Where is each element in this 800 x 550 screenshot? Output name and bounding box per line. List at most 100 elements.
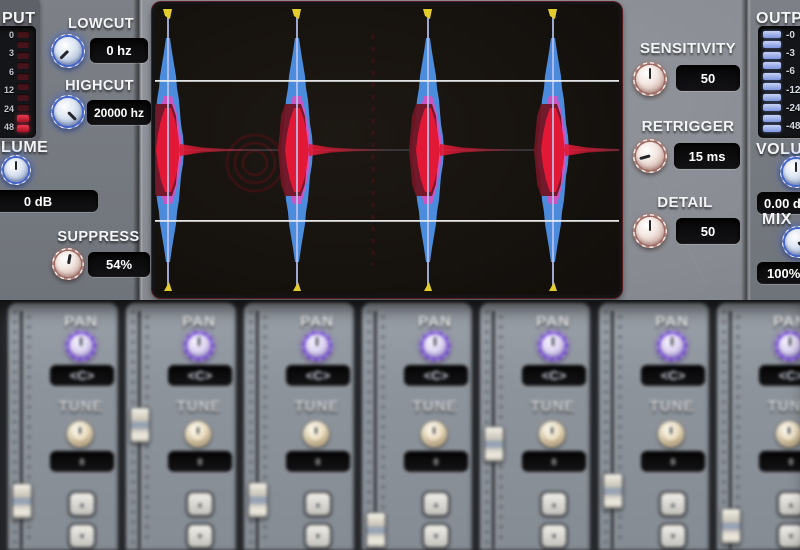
fader-handle[interactable] <box>603 473 623 509</box>
tune-value[interactable]: 0 <box>50 451 114 472</box>
pan-value[interactable]: <C> <box>522 365 586 386</box>
pan-value[interactable]: <C> <box>50 365 114 386</box>
retrigger-value[interactable]: 15 ms <box>674 143 740 169</box>
retrigger-knob[interactable] <box>633 139 667 173</box>
meter-segment <box>17 31 29 38</box>
tune-value[interactable]: 0 <box>522 451 586 472</box>
upper-panel: PUT 036122448 LUME 0 dB LOWCUT 0 hz HIGH… <box>0 0 800 300</box>
sensitivity-knob[interactable] <box>633 62 667 96</box>
tune-knob[interactable] <box>185 421 211 447</box>
pan-knob[interactable] <box>184 331 214 361</box>
detail-value[interactable]: 50 <box>676 218 740 244</box>
meter-scale-label: 3 <box>9 49 14 58</box>
up-arrow-icon: ▲ <box>78 500 86 509</box>
tune-down-button[interactable]: ▼ <box>659 523 687 549</box>
tune-value[interactable]: 0 <box>641 451 705 472</box>
tune-up-button[interactable]: ▲ <box>304 491 332 517</box>
tune-down-button[interactable]: ▼ <box>422 523 450 549</box>
lowcut-label: LOWCUT <box>62 16 140 32</box>
tune-value[interactable]: 0 <box>286 451 350 472</box>
pan-knob[interactable] <box>302 331 332 361</box>
channel-strip: PAN <C> TUNE 0 ▲ ▼ <box>362 303 472 550</box>
fader-handle[interactable] <box>484 426 504 462</box>
suppress-value[interactable]: 54% <box>88 252 150 277</box>
tune-down-button[interactable]: ▼ <box>777 523 800 549</box>
sensitivity-value[interactable]: 50 <box>676 65 740 91</box>
mix-value[interactable]: 100% <box>757 262 800 284</box>
tune-up-button[interactable]: ▲ <box>540 491 568 517</box>
meter-scale-label: 48 <box>4 123 14 132</box>
sensitivity-label: SENSITIVITY <box>628 40 748 57</box>
tune-knob[interactable] <box>421 421 447 447</box>
up-arrow-icon: ▲ <box>314 500 322 509</box>
pan-value[interactable]: <C> <box>168 365 232 386</box>
fader-track[interactable] <box>611 311 614 549</box>
tune-knob[interactable] <box>539 421 565 447</box>
fader-ticks-left <box>604 311 608 549</box>
meter-segment <box>17 104 29 111</box>
input-volume-value[interactable]: 0 dB <box>0 190 98 212</box>
pan-value[interactable]: <C> <box>404 365 468 386</box>
output-meter: -0-3-6-12-24-48 <box>758 26 800 138</box>
meter-segment <box>763 52 781 59</box>
pan-value[interactable]: <C> <box>641 365 705 386</box>
channel-strip: PAN <C> TUNE 0 ▲ ▼ <box>480 303 590 550</box>
meter-segment <box>17 73 29 80</box>
detail-knob[interactable] <box>633 214 667 248</box>
tune-up-button[interactable]: ▲ <box>422 491 450 517</box>
up-arrow-icon: ▲ <box>432 500 440 509</box>
tune-down-button[interactable]: ▼ <box>186 523 214 549</box>
meter-segment <box>763 62 781 69</box>
fader-handle[interactable] <box>721 508 741 544</box>
tune-label: TUNE <box>380 398 490 415</box>
highcut-knob[interactable] <box>51 95 85 129</box>
tune-down-button[interactable]: ▼ <box>540 523 568 549</box>
fader-handle[interactable] <box>366 512 386 548</box>
tune-value[interactable]: 0 <box>168 451 232 472</box>
input-meter-scale: 036122448 <box>0 31 14 132</box>
lowcut-value[interactable]: 0 hz <box>90 38 148 63</box>
pan-knob[interactable] <box>775 331 800 361</box>
meter-scale-label: -0 <box>786 31 800 41</box>
suppress-knob[interactable] <box>52 248 84 280</box>
highcut-value[interactable]: 20000 hz <box>87 100 151 125</box>
tune-up-button[interactable]: ▲ <box>659 491 687 517</box>
up-arrow-icon: ▲ <box>550 500 558 509</box>
pan-value[interactable]: <C> <box>286 365 350 386</box>
input-volume-knob[interactable] <box>1 155 31 185</box>
pan-knob[interactable] <box>657 331 687 361</box>
meter-segment <box>763 125 781 132</box>
meter-segment <box>763 115 781 122</box>
channel-strip: PAN <C> TUNE 0 ▲ ▼ <box>244 303 354 550</box>
tune-down-button[interactable]: ▼ <box>68 523 96 549</box>
pan-knob[interactable] <box>538 331 568 361</box>
waveform-display <box>152 2 622 298</box>
meter-segment <box>17 125 29 132</box>
pan-knob[interactable] <box>420 331 450 361</box>
tune-label: TUNE <box>262 398 372 415</box>
lowcut-knob[interactable] <box>51 34 85 68</box>
meter-segment <box>763 41 781 48</box>
tune-knob[interactable] <box>658 421 684 447</box>
tune-value[interactable]: 0 <box>404 451 468 472</box>
tune-down-button[interactable]: ▼ <box>304 523 332 549</box>
fader-handle[interactable] <box>12 483 32 519</box>
tune-up-button[interactable]: ▲ <box>68 491 96 517</box>
input-meter: 036122448 <box>0 26 36 138</box>
tune-up-button[interactable]: ▲ <box>777 491 800 517</box>
tune-knob[interactable] <box>776 421 800 447</box>
pan-label: PAN <box>617 313 727 330</box>
tune-knob[interactable] <box>67 421 93 447</box>
meter-scale-label: -48 <box>786 122 800 132</box>
meter-scale-label: 0 <box>9 31 14 40</box>
pan-knob[interactable] <box>66 331 96 361</box>
meter-segment <box>763 94 781 101</box>
pan-value[interactable]: <C> <box>759 365 800 386</box>
tune-up-button[interactable]: ▲ <box>186 491 214 517</box>
tune-label: TUNE <box>735 398 800 415</box>
pan-label: PAN <box>380 313 490 330</box>
tune-knob[interactable] <box>303 421 329 447</box>
tune-value[interactable]: 0 <box>759 451 800 472</box>
fader-handle[interactable] <box>248 482 268 518</box>
mixer-section: PAN <C> TUNE 0 ▲ ▼ PAN <C> TUNE 0 ▲ ▼ PA… <box>0 300 800 550</box>
